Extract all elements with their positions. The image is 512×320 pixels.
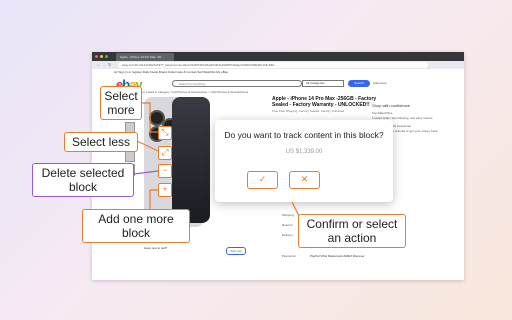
connector-delete	[133, 170, 159, 175]
callout-add-block: Add one more block	[82, 209, 190, 243]
connector-select-more	[142, 102, 158, 133]
connector-select-less	[136, 140, 159, 152]
callout-confirm-action: Confirm or select an action	[298, 214, 406, 248]
callout-connectors	[133, 102, 301, 219]
callout-select-more: Select more	[100, 86, 142, 120]
callout-select-less: Select less	[64, 132, 138, 152]
callout-delete-block: Delete selected block	[32, 163, 134, 197]
